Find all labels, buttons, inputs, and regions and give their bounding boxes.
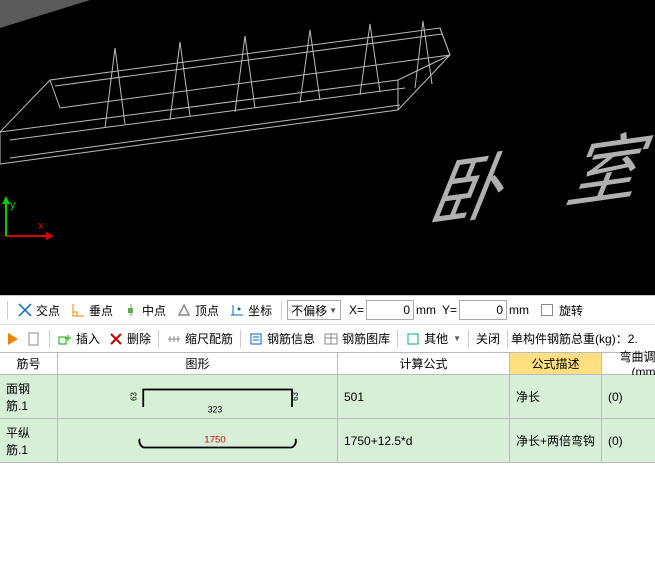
rebar-shape-line-icon: 1750 [64,423,331,458]
insert-label: 插入 [76,330,100,347]
table-cell-desc[interactable]: 净长+两倍弯钩 [510,419,602,463]
snap-midpoint-label: 中点 [142,302,166,319]
close-button[interactable]: 关闭 [472,328,504,349]
chevron-down-icon: ▼ [329,306,337,315]
offset-mode-dropdown[interactable]: 不偏移 ▼ [287,300,341,320]
snap-coord-label: 坐标 [248,302,272,319]
scale-button[interactable]: 缩尺配筋 [162,328,237,349]
separator [158,330,159,348]
coord-y-input[interactable] [459,300,507,320]
svg-text:63: 63 [291,392,300,401]
document-icon [26,331,42,347]
action-toolbar: 插入 删除 缩尺配筋 钢筋信息 钢筋图库 其他 ▼ 关闭 单构 [0,325,655,353]
rotate-label: 旋转 [559,302,583,319]
snap-toolbar: 交点 垂点 中点 顶点 坐标 不偏移 ▼ X= mm Y= mm 旋转 [0,295,655,325]
scale-label: 缩尺配筋 [185,330,233,347]
delete-button[interactable]: 删除 [104,328,155,349]
table-cell-desc[interactable]: 净长 [510,375,602,419]
rebar-info-button[interactable]: 钢筋信息 [244,328,319,349]
coord-x-unit: mm [416,303,436,317]
table-cell-num[interactable]: 平纵筋.1 [0,419,58,463]
separator [49,330,50,348]
separator [468,330,469,348]
rebar-lib-label: 钢筋图库 [342,330,390,347]
intersect-icon [17,302,33,318]
ucs-axes: x y [0,196,60,256]
snap-intersect-label: 交点 [36,302,60,319]
rebar-lib-button[interactable]: 钢筋图库 [319,328,394,349]
total-weight-value: 2. [628,332,638,346]
table-cell-formula[interactable]: 501 [338,375,510,419]
svg-text:1750: 1750 [204,434,225,445]
vertex-icon [176,302,192,318]
scale-icon [166,331,182,347]
run-button[interactable] [4,331,22,347]
coord-y-unit: mm [509,303,529,317]
ucs-x-label: x [38,220,44,232]
chevron-down-icon: ▼ [453,334,461,343]
rebar-shape-u-icon: 63 63 323 [64,379,331,414]
separator [7,301,8,319]
table-cell-bend[interactable]: (0) [602,419,655,463]
table-cell-bend[interactable]: (0) [602,375,655,419]
svg-text:323: 323 [208,404,223,414]
play-icon [8,333,18,345]
separator [281,301,282,319]
svg-text:63: 63 [129,392,138,401]
viewport-3d[interactable]: x y 卧 室 [0,0,655,295]
snap-vertex-button[interactable]: 顶点 [172,300,223,321]
snap-midpoint-button[interactable]: 中点 [119,300,170,321]
rebar-info-label: 钢筋信息 [267,330,315,347]
snap-vertex-label: 顶点 [195,302,219,319]
info-icon [248,331,264,347]
rotate-checkbox[interactable] [541,304,553,316]
rebar-cage-drawing [0,0,460,210]
insert-icon [57,331,73,347]
clear-button[interactable] [22,329,46,349]
rebar-table: 筋号 图形 计算公式 公式描述 弯曲调整(mm 面钢筋.1 63 63 323 … [0,353,655,463]
other-button[interactable]: 其他 ▼ [401,328,465,349]
snap-perp-button[interactable]: 垂点 [66,300,117,321]
total-weight-label: 单构件钢筋总重(kg)： [511,330,628,347]
snap-intersect-button[interactable]: 交点 [13,300,64,321]
insert-button[interactable]: 插入 [53,328,104,349]
coord-x-input[interactable] [366,300,414,320]
col-num-header[interactable]: 筋号 [0,353,58,375]
separator [397,330,398,348]
separator [507,330,508,348]
ucs-y-label: y [10,199,16,211]
snap-perp-label: 垂点 [89,302,113,319]
separator [240,330,241,348]
lib-icon [323,331,339,347]
delete-icon [108,331,124,347]
coord-icon [229,302,245,318]
corner-shape [0,0,90,30]
perp-icon [70,302,86,318]
other-icon [405,331,421,347]
table-cell-shape[interactable]: 63 63 323 [58,375,338,419]
col-bend-header[interactable]: 弯曲调整(mm [602,353,655,375]
table-cell-shape[interactable]: 1750 [58,419,338,463]
col-formula-header[interactable]: 计算公式 [338,353,510,375]
coord-y-label: Y= [442,303,457,317]
offset-mode-value: 不偏移 [291,302,327,319]
table-cell-num[interactable]: 面钢筋.1 [0,375,58,419]
other-label: 其他 [424,330,448,347]
table-cell-formula[interactable]: 1750+12.5*d [338,419,510,463]
col-desc-header[interactable]: 公式描述 [510,353,602,375]
snap-coord-button[interactable]: 坐标 [225,300,276,321]
midpoint-icon [123,302,139,318]
col-shape-header[interactable]: 图形 [58,353,338,375]
coord-x-label: X= [349,303,364,317]
empty-area [0,463,655,574]
delete-label: 删除 [127,330,151,347]
close-label: 关闭 [476,330,500,347]
